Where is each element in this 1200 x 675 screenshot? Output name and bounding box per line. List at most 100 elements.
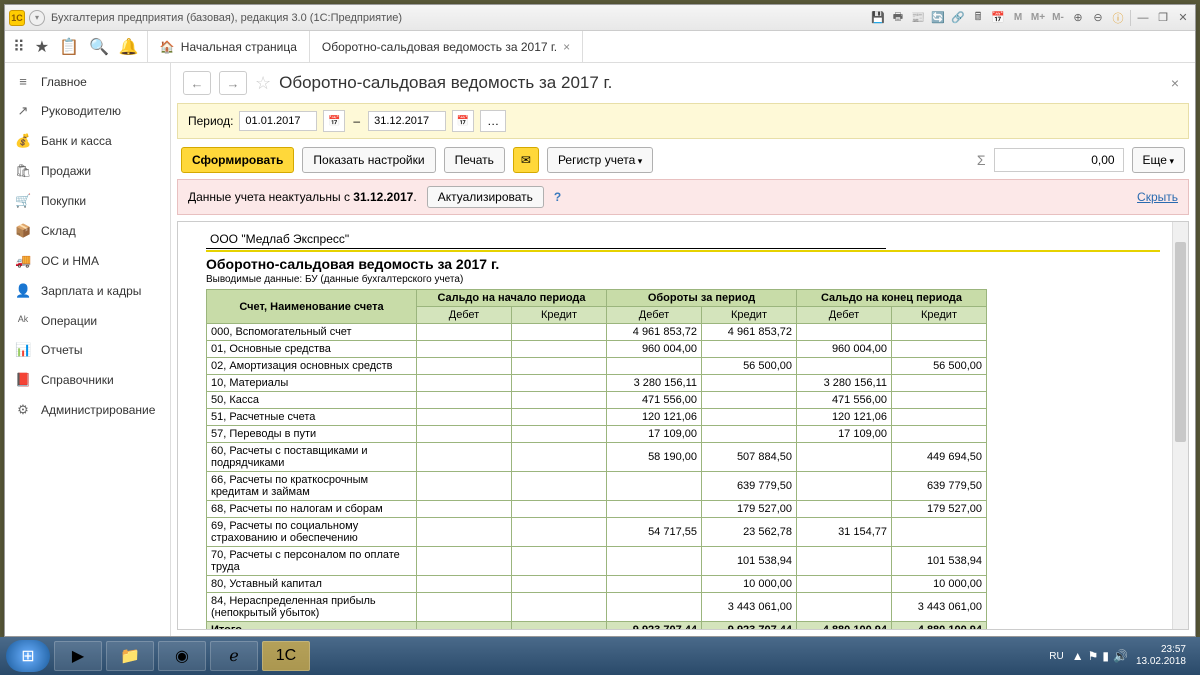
task-1c[interactable]: 1C [262, 641, 310, 671]
tray-flag-icon[interactable]: ⚑ [1088, 649, 1099, 663]
calendar-from-icon[interactable]: 📅 [323, 110, 345, 132]
sidebar-item-3[interactable]: 🛍Продажи [5, 156, 170, 186]
period-to-input[interactable] [368, 111, 446, 131]
tray-vol-icon[interactable]: 🔊 [1113, 649, 1128, 663]
table-row[interactable]: 10, Материалы3 280 156,113 280 156,11 [207, 375, 987, 392]
show-settings-button[interactable]: Показать настройки [302, 147, 435, 173]
task-ie[interactable]: ℯ [210, 641, 258, 671]
print-icon[interactable]: 🖶 [890, 10, 906, 26]
period-bar: Период: 📅 – 📅 … [177, 103, 1189, 139]
tab-home[interactable]: 🏠 Начальная страница [147, 31, 310, 62]
m-plus-icon[interactable]: M+ [1030, 10, 1046, 26]
page-close-icon[interactable]: × [1171, 75, 1183, 91]
sidebar-item-7[interactable]: 👤Зарплата и кадры [5, 276, 170, 306]
email-button[interactable]: ✉ [513, 147, 539, 173]
minimize-icon[interactable]: — [1135, 10, 1151, 26]
tab-report[interactable]: Оборотно-сальдовая ведомость за 2017 г. … [310, 31, 583, 62]
calendar-to-icon[interactable]: 📅 [452, 110, 474, 132]
table-row[interactable]: 69, Расчеты по социальному страхованию и… [207, 518, 987, 547]
compare-icon[interactable]: 📰 [910, 10, 926, 26]
table-row[interactable]: 70, Расчеты с персоналом по оплате труда… [207, 547, 987, 576]
sidebar-item-label: Операции [41, 314, 97, 328]
refresh-icon[interactable]: 🔄 [930, 10, 946, 26]
table-row[interactable]: 66, Расчеты по краткосрочным кредитам и … [207, 472, 987, 501]
bell-icon[interactable]: 🔔 [119, 37, 139, 57]
window-title: Бухгалтерия предприятия (базовая), редак… [51, 12, 402, 24]
sidebar-item-label: Зарплата и кадры [41, 284, 141, 298]
table-row[interactable]: 01, Основные средства960 004,00960 004,0… [207, 341, 987, 358]
table-row[interactable]: 60, Расчеты с поставщиками и подрядчикам… [207, 443, 987, 472]
sidebar: ≡Главное↗Руководителю💰Банк и касса🛍Прода… [5, 63, 171, 636]
warning-bar: Данные учета неактуальны с 31.12.2017. А… [177, 179, 1189, 215]
sidebar-icon: 📦 [15, 223, 31, 239]
report-subtitle: Выводимые данные: БУ (данные бухгалтерск… [206, 274, 1160, 285]
sidebar-item-11[interactable]: ⚙Администрирование [5, 395, 170, 425]
start-button[interactable]: ⊞ [6, 640, 50, 672]
table-row[interactable]: 000, Вспомогательный счет4 961 853,724 9… [207, 324, 987, 341]
favorite-icon[interactable]: ★ [35, 37, 49, 57]
print-button[interactable]: Печать [444, 147, 505, 173]
nav-back-button[interactable]: ← [183, 71, 211, 95]
home-icon: 🏠 [160, 40, 175, 54]
tray-net-icon[interactable]: ▮ [1102, 649, 1109, 663]
table-row[interactable]: 02, Амортизация основных средств56 500,0… [207, 358, 987, 375]
period-from-input[interactable] [239, 111, 317, 131]
generate-button[interactable]: Сформировать [181, 147, 294, 173]
tab-close-icon[interactable]: × [563, 40, 570, 54]
scrollbar-vertical[interactable] [1172, 222, 1188, 629]
dropdown-icon[interactable]: ▾ [29, 10, 45, 26]
nav-forward-button[interactable]: → [219, 71, 247, 95]
calendar-icon[interactable]: 📅 [990, 10, 1006, 26]
apps-icon[interactable]: ⠿ [13, 37, 25, 57]
register-button[interactable]: Регистр учета [547, 147, 653, 173]
sum-field[interactable] [994, 148, 1124, 172]
task-chrome[interactable]: ◉ [158, 641, 206, 671]
sidebar-item-9[interactable]: 📊Отчеты [5, 335, 170, 365]
m-minus-icon[interactable]: M- [1050, 10, 1066, 26]
actualize-button[interactable]: Актуализировать [427, 186, 544, 208]
table-row[interactable]: 84, Нераспределенная прибыль (непокрытый… [207, 593, 987, 622]
sidebar-icon: ᴬᵏ [15, 313, 31, 328]
table-row[interactable]: 57, Переводы в пути17 109,0017 109,00 [207, 426, 987, 443]
zoom-in-icon[interactable]: ⊕ [1070, 10, 1086, 26]
table-row[interactable]: 80, Уставный капитал10 000,0010 000,00 [207, 576, 987, 593]
sidebar-item-6[interactable]: 🚚ОС и НМА [5, 246, 170, 276]
scroll-thumb[interactable] [1175, 242, 1186, 442]
sidebar-item-4[interactable]: 🛒Покупки [5, 186, 170, 216]
tray-up-icon[interactable]: ▲ [1072, 649, 1084, 663]
table-row[interactable]: 68, Расчеты по налогам и сборам179 527,0… [207, 501, 987, 518]
col-end-debit: Дебет [797, 307, 892, 324]
sidebar-item-8[interactable]: ᴬᵏ Операции [5, 306, 170, 335]
tray-clock[interactable]: 23:57 13.02.2018 [1136, 644, 1186, 668]
close-icon[interactable]: ✕ [1175, 10, 1191, 26]
help-icon[interactable]: ? [554, 190, 561, 204]
table-total-row: Итого9 923 707,449 923 707,444 880 100,9… [207, 622, 987, 631]
tab-home-label: Начальная страница [181, 40, 297, 54]
search-icon[interactable]: 🔍 [89, 37, 109, 57]
sidebar-icon: 📕 [15, 372, 31, 388]
table-row[interactable]: 51, Расчетные счета120 121,06120 121,06 [207, 409, 987, 426]
more-button[interactable]: Еще [1132, 147, 1185, 173]
sidebar-item-2[interactable]: 💰Банк и касса [5, 126, 170, 156]
sidebar-item-5[interactable]: 📦Склад [5, 216, 170, 246]
sidebar-item-0[interactable]: ≡Главное [5, 67, 170, 96]
sidebar-item-1[interactable]: ↗Руководителю [5, 96, 170, 126]
save-icon[interactable]: 💾 [870, 10, 886, 26]
link-icon[interactable]: 🔗 [950, 10, 966, 26]
info-icon[interactable]: ⓘ [1110, 10, 1126, 26]
sidebar-item-label: Главное [41, 75, 87, 89]
m-icon[interactable]: M [1010, 10, 1026, 26]
clipboard-icon[interactable]: 📋 [59, 37, 79, 57]
table-row[interactable]: 50, Касса471 556,00471 556,00 [207, 392, 987, 409]
star-icon[interactable]: ☆ [255, 73, 271, 94]
sidebar-icon: 📊 [15, 342, 31, 358]
zoom-out-icon[interactable]: ⊖ [1090, 10, 1106, 26]
task-explorer[interactable]: 📁 [106, 641, 154, 671]
tray-lang[interactable]: RU [1049, 651, 1063, 662]
maximize-icon[interactable]: ❐ [1155, 10, 1171, 26]
hide-link[interactable]: Скрыть [1137, 190, 1178, 204]
period-more-button[interactable]: … [480, 110, 506, 132]
calc-icon[interactable]: 🖩 [970, 10, 986, 26]
task-media[interactable]: ▶ [54, 641, 102, 671]
sidebar-item-10[interactable]: 📕Справочники [5, 365, 170, 395]
